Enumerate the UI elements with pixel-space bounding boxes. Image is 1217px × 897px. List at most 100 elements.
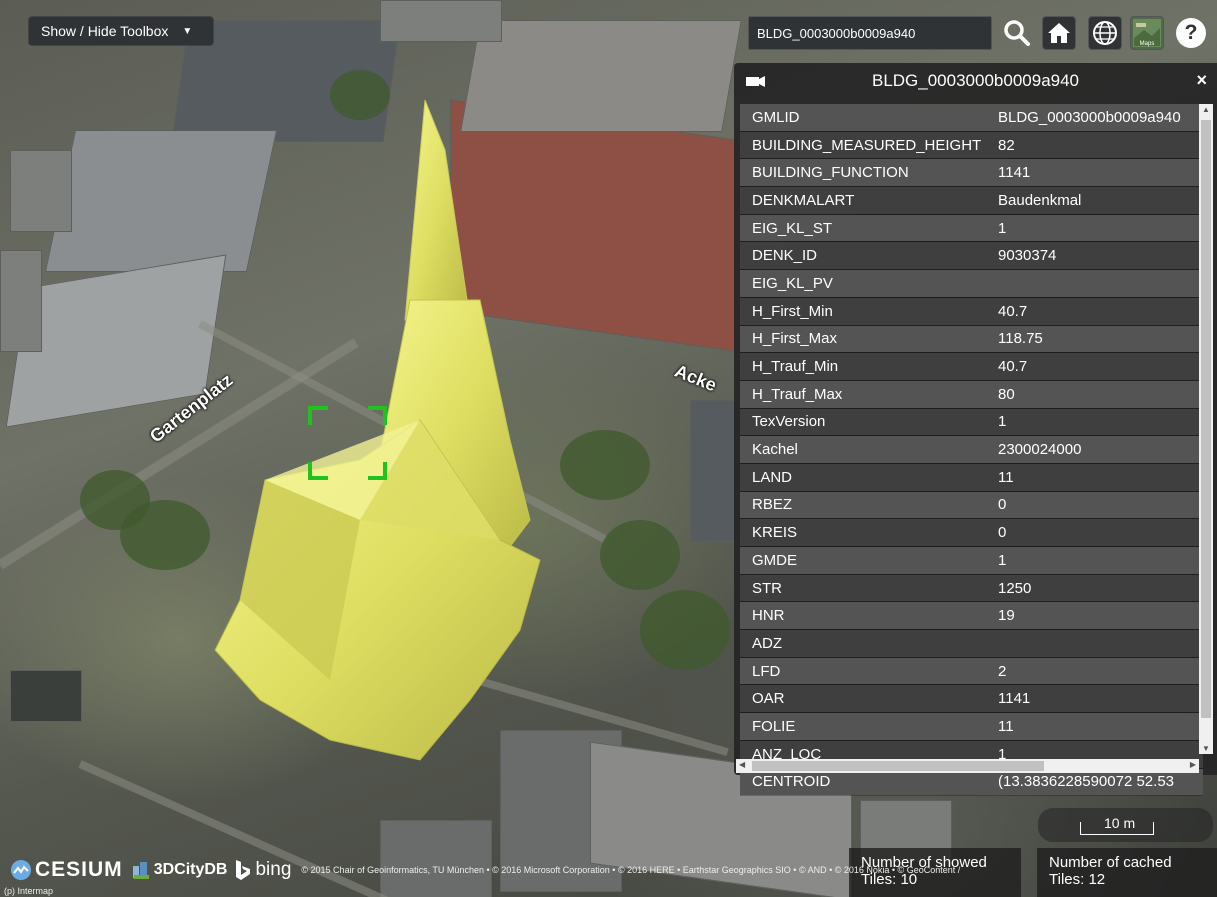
- attribute-value: 2300024000: [990, 435, 1203, 464]
- attribution-text-line2: (p) Intermap: [4, 886, 54, 896]
- bing-logo[interactable]: bing: [235, 859, 291, 881]
- attribute-row: FOLIE 11: [740, 712, 1203, 741]
- scroll-left-arrow-icon[interactable]: ◀: [739, 760, 745, 769]
- attribute-value: 1: [990, 546, 1203, 575]
- scroll-up-arrow-icon[interactable]: ▲: [1202, 105, 1210, 114]
- layer-caption: Maps: [1140, 41, 1155, 47]
- attribute-value: 1141: [990, 684, 1203, 714]
- scroll-right-arrow-icon[interactable]: ▶: [1190, 760, 1196, 769]
- attribute-key: Kachel: [740, 435, 990, 464]
- horizontal-scrollbar[interactable]: ◀ ▶: [736, 759, 1199, 773]
- attribute-key: H_First_Min: [740, 297, 990, 326]
- infobox-header: BLDG_0003000b0009a940 ×: [734, 63, 1217, 99]
- base-layer-picker-button[interactable]: Maps: [1130, 16, 1164, 50]
- close-button[interactable]: ×: [1196, 70, 1207, 91]
- attribute-value: 40.7: [990, 297, 1203, 326]
- attribute-value: 11: [990, 712, 1203, 741]
- attribute-value: BLDG_0003000b0009a940: [990, 104, 1203, 132]
- attribute-row: OAR 1141: [740, 684, 1203, 714]
- attribute-key: GMLID: [740, 104, 990, 132]
- cesium-icon: [11, 860, 31, 880]
- attribute-value: 0: [990, 491, 1203, 520]
- attribute-key: RBEZ: [740, 491, 990, 520]
- scene-mode-button[interactable]: [1088, 16, 1122, 50]
- attribute-key: LFD: [740, 657, 990, 686]
- bing-icon: [236, 860, 251, 880]
- help-button[interactable]: ?: [1174, 16, 1208, 50]
- attribute-key: EIG_KL_ST: [740, 214, 990, 243]
- infobox-title: BLDG_0003000b0009a940: [871, 71, 1080, 90]
- attribute-key: DENK_ID: [740, 241, 990, 271]
- infobox-panel: BLDG_0003000b0009a940 × GMLID BLDG_000300…: [734, 63, 1217, 797]
- attribute-value: 2: [990, 657, 1203, 686]
- attribute-value: 1: [990, 408, 1203, 437]
- attribute-value: 80: [990, 380, 1203, 409]
- toolbox-toggle-button[interactable]: Show / Hide Toolbox ▼: [28, 16, 214, 46]
- scroll-down-arrow-icon[interactable]: ▼: [1202, 744, 1210, 753]
- credits-bar: CESIUM 3DCityDB bing © 2015 Chair of Geo…: [10, 855, 960, 885]
- attribute-table: GMLID BLDG_0003000b0009a940 BUILDING_MEASU…: [740, 104, 1203, 797]
- attribute-row: ADZ: [740, 629, 1203, 658]
- attribute-value: 40.7: [990, 352, 1203, 381]
- attribute-row: DENKMALART Baudenkmal: [740, 186, 1203, 215]
- geocoder-search-input[interactable]: [748, 16, 992, 50]
- attribute-row: H_First_Min 40.7: [740, 297, 1203, 326]
- attribute-value: 11: [990, 463, 1203, 492]
- map-layer-icon: Maps: [1133, 19, 1161, 47]
- toolbox-toggle-label: Show / Hide Toolbox: [41, 23, 169, 39]
- attribute-row: STR 1250: [740, 574, 1203, 603]
- scrollbar-thumb[interactable]: [752, 761, 1044, 771]
- attribute-row: BUILDING_MEASURED_HEIGHT 82: [740, 131, 1203, 160]
- attribute-row: H_Trauf_Min 40.7: [740, 352, 1203, 381]
- attribute-row: GMLID BLDG_0003000b0009a940: [740, 104, 1203, 132]
- scrollbar-thumb[interactable]: [1201, 120, 1211, 718]
- attribute-value: 118.75: [990, 325, 1203, 354]
- dropdown-arrow-icon: ▼: [182, 25, 193, 37]
- attribute-row: H_Trauf_Max 80: [740, 380, 1203, 409]
- attribute-key: HNR: [740, 601, 990, 631]
- home-icon: [1048, 23, 1070, 43]
- cesium-text: CESIUM: [35, 858, 123, 881]
- attribute-key: GMDE: [740, 546, 990, 575]
- attribute-key: KREIS: [740, 518, 990, 547]
- attribute-value: 0: [990, 518, 1203, 547]
- camera-icon[interactable]: [744, 73, 766, 89]
- attribute-key: LAND: [740, 463, 990, 492]
- attribute-row: LAND 11: [740, 463, 1203, 492]
- tiles-cached-counter: Number of cached Tiles: 12: [1037, 848, 1217, 897]
- attribute-key: FOLIE: [740, 712, 990, 741]
- attribute-key: ADZ: [740, 629, 990, 658]
- attribute-table-viewport[interactable]: GMLID BLDG_0003000b0009a940 BUILDING_MEASU…: [740, 104, 1203, 819]
- attribute-row: BUILDING_FUNCTION 1141: [740, 158, 1203, 188]
- vertical-scrollbar[interactable]: ▲ ▼: [1199, 104, 1213, 754]
- attribution-text[interactable]: © 2015 Chair of Geoinformatics, TU Münch…: [301, 865, 960, 875]
- 3dcitydb-icon: [132, 862, 149, 879]
- search-button[interactable]: [1000, 16, 1034, 50]
- attribute-value: 9030374: [990, 241, 1203, 271]
- 3dcitydb-logo[interactable]: 3DCityDB: [131, 860, 228, 880]
- attribute-row: LFD 2: [740, 657, 1203, 686]
- attribute-key: TexVersion: [740, 408, 990, 437]
- tiles-cached-value: Tiles: 12: [1049, 871, 1106, 888]
- attribute-value: [990, 629, 1203, 658]
- attribute-key: OAR: [740, 684, 990, 714]
- 3dcitydb-text: 3DCityDB: [153, 861, 228, 878]
- attribute-key: STR: [740, 574, 990, 603]
- help-icon: ?: [1176, 18, 1206, 48]
- globe-icon: [1093, 21, 1117, 45]
- church-spire: [404, 99, 471, 321]
- cesium-logo[interactable]: CESIUM: [10, 858, 123, 882]
- attribute-key: BUILDING_MEASURED_HEIGHT: [740, 131, 990, 160]
- tiles-cached-label: Number of cached: [1049, 854, 1172, 871]
- attribute-value: 1: [990, 214, 1203, 243]
- attribute-value: Baudenkmal: [990, 186, 1203, 215]
- attribute-row: DENK_ID 9030374: [740, 241, 1203, 271]
- attribute-row: H_First_Max 118.75: [740, 325, 1203, 354]
- attribute-row: KREIS 0: [740, 518, 1203, 547]
- attribute-key: H_Trauf_Min: [740, 352, 990, 381]
- attribute-value: [990, 269, 1203, 298]
- attribute-value: 1141: [990, 158, 1203, 188]
- home-button[interactable]: [1042, 16, 1076, 50]
- attribute-row: EIG_KL_PV: [740, 269, 1203, 298]
- distance-legend: 10 m: [1038, 808, 1213, 842]
